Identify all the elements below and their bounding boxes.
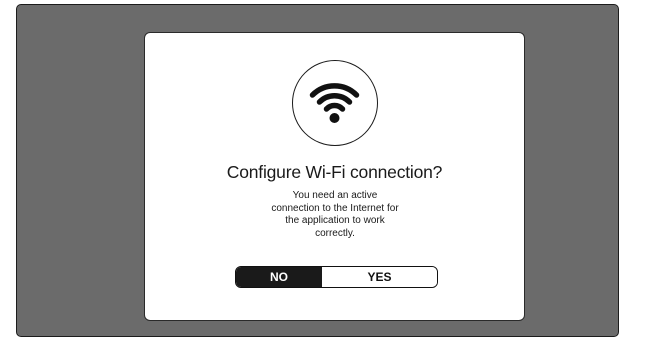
- no-button[interactable]: NO: [236, 267, 322, 287]
- dialog-title: Configure Wi-Fi connection?: [226, 162, 443, 182]
- yes-button[interactable]: YES: [322, 267, 437, 287]
- wifi-icon: [309, 83, 360, 123]
- no-yes-toggle: NO YES: [235, 266, 438, 288]
- message-line: correctly.: [315, 227, 355, 239]
- screen-frame: Configure Wi-Fi connection? You need an …: [16, 4, 619, 337]
- message-line: connection to the Internet for: [271, 202, 399, 214]
- message-line: You need an active: [292, 190, 378, 201]
- wifi-icon-circle: [292, 60, 378, 146]
- wifi-config-dialog: Configure Wi-Fi connection? You need an …: [144, 32, 525, 321]
- dialog-message: You need an active connection to the Int…: [260, 190, 410, 240]
- message-line: the application to work: [285, 215, 385, 226]
